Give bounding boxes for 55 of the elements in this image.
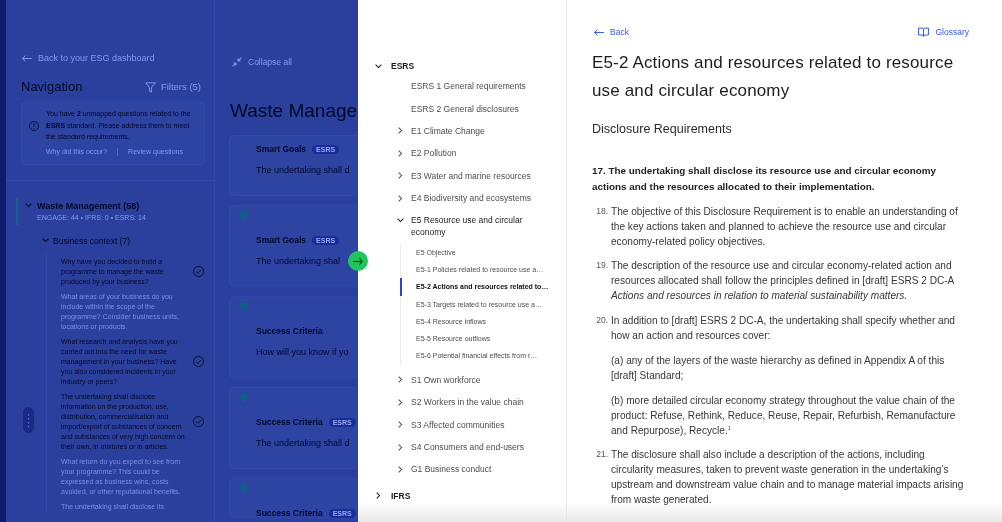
tree-item[interactable]: E5 Resource use and circular economy: [358, 209, 566, 244]
paragraph-number: 19.: [595, 259, 608, 272]
paragraph-number: 21.: [595, 448, 608, 461]
alert-icon: [29, 121, 39, 131]
tree-item[interactable]: G1 Business conduct: [358, 458, 566, 481]
arrow-left-icon: [594, 28, 604, 36]
tree-item[interactable]: S3 Affected communities: [358, 413, 566, 436]
page-title: Waste Manage: [230, 99, 358, 123]
tree-item[interactable]: ESRS 2 General disclosures: [358, 97, 566, 120]
tree-item[interactable]: S1 Own workforce: [358, 368, 566, 392]
card-title: Smart Goals: [256, 143, 307, 155]
section-title: Waste Management (58): [37, 199, 141, 212]
paragraph-text: The disclosure shall also include a description of the actions, including circularity measures, taken to prevent waste generation in the undertaking’s upstream and downstream value chain and to manage material impacts arising from waste generated.: [611, 448, 965, 507]
tree-item[interactable]: ESRS: [358, 57, 566, 75]
tree-item[interactable]: S2 Workers in the value chain: [358, 391, 566, 414]
tree-item[interactable]: E3 Water and marine resources: [358, 164, 566, 187]
card-text: How will you know if yo: [256, 346, 349, 358]
glossary-link[interactable]: Glossary: [918, 26, 969, 38]
tree-item[interactable]: ESRS 1 General requirements: [358, 75, 566, 98]
paragraph-number: 20.: [595, 313, 608, 327]
paragraph-number: 18.: [595, 204, 608, 218]
book-icon: [918, 27, 930, 37]
paragraph-text: The objective of this Disclosure Requirement is to enable an understanding of the key actions taken and planned to achieve the resource use and circular economy-related policy objectives.: [611, 204, 959, 249]
back-link[interactable]: Back to your ESG dashboard: [22, 52, 155, 64]
filters-button[interactable]: Filters (5): [144, 81, 201, 93]
paragraph-text: In addition to [draft] ESRS 2 DC-A, the undertaking shall specify whether and how an action and resources cover:: [611, 313, 956, 343]
check-circle-icon: [193, 356, 204, 367]
side-handle-icon[interactable]: [23, 407, 34, 433]
arrow-right-icon: [353, 257, 363, 265]
tree-item[interactable]: S4 Consumers and end-users: [358, 435, 566, 459]
panel-title: Navigation: [21, 79, 83, 95]
page-title: E5-2 Actions and resources related to resource use and circular economy: [592, 52, 955, 102]
check-circle-icon: [193, 266, 204, 277]
card-text: The undertaking shall d: [256, 437, 350, 449]
paragraph-text: The description of the resource use and circular economy-related action and resources allocated shall follow the principles defined in [draft] ESRS 2 DC-A Actions and resources in relation to material sustainability matters.: [611, 259, 955, 303]
tree-item[interactable]: E2 Pollution: [358, 142, 566, 165]
paragraph-text: (b) more detailed circular economy strategy throughout the value chain of the product: Refuse, Rethink, Reduce, Reuse, Repair, Refurbish, Remanufacture and Repurpose), Recycle.$^{1}$: [611, 393, 957, 438]
requirement-text: 17. The undertaking shall disclose its resource use and circular economy actions and the resources allocated to their implementation.: [592, 164, 938, 194]
back-link[interactable]: Back: [594, 26, 629, 38]
tree-item[interactable]: E4 Biodiversity and ecosystems: [358, 186, 566, 210]
card-text: The undertaking shall d: [256, 164, 350, 176]
card-title: Success Criteria: [256, 507, 323, 519]
filter-icon: [144, 81, 156, 93]
collapse-icon: [232, 57, 242, 67]
card-title: Smart Goals: [256, 234, 307, 246]
arrow-left-icon: [22, 54, 32, 62]
collapse-all-button[interactable]: Collapse all: [232, 56, 292, 68]
card-title: Success Criteria: [256, 325, 323, 337]
tree-item[interactable]: IFRS: [358, 486, 566, 505]
card-title: Success Criteria: [256, 416, 323, 428]
paragraph-text: (a) any of the layers of the waste hierarchy as defined in Appendix A of this [draft] Standard;: [611, 353, 946, 383]
section-heading: Disclosure Requirements: [592, 121, 732, 137]
card-text: The undertaking shal: [256, 255, 341, 267]
tree-item[interactable]: E1 Climate Change: [358, 119, 566, 143]
check-circle-icon: [193, 416, 204, 427]
